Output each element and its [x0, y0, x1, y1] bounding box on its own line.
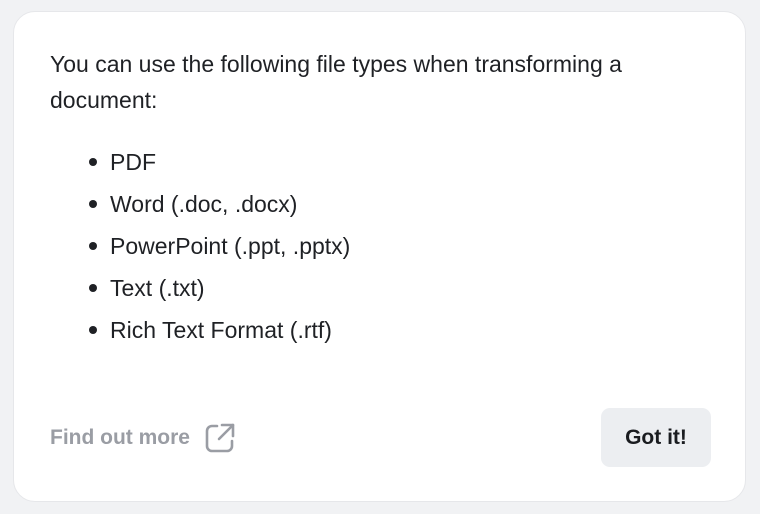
list-item: Word (.doc, .docx)	[64, 183, 350, 225]
intro-text: You can use the following file types whe…	[50, 51, 622, 113]
external-link-icon	[204, 422, 236, 454]
bullet-icon	[89, 284, 97, 292]
file-type-list: PDF Word (.doc, .docx) PowerPoint (.ppt,…	[64, 141, 350, 351]
list-item: Rich Text Format (.rtf)	[64, 309, 350, 351]
bullet-icon	[89, 326, 97, 334]
list-item: PDF	[64, 141, 350, 183]
bullet-icon	[89, 242, 97, 250]
find-out-more-label: Find out more	[50, 426, 190, 449]
file-type-label: Rich Text Format (.rtf)	[110, 317, 332, 343]
file-type-label: PDF	[110, 149, 156, 175]
find-out-more-link[interactable]: Find out more	[50, 420, 236, 456]
got-it-button[interactable]: Got it!	[601, 408, 711, 467]
bullet-icon	[89, 200, 97, 208]
list-item: Text (.txt)	[64, 267, 350, 309]
file-types-dialog: You can use the following file types whe…	[13, 11, 746, 502]
file-type-label: Text (.txt)	[110, 275, 205, 301]
file-type-label: PowerPoint (.ppt, .pptx)	[110, 233, 351, 259]
list-item: PowerPoint (.ppt, .pptx)	[64, 225, 350, 267]
file-type-label: Word (.doc, .docx)	[110, 191, 298, 217]
bullet-icon	[89, 158, 97, 166]
